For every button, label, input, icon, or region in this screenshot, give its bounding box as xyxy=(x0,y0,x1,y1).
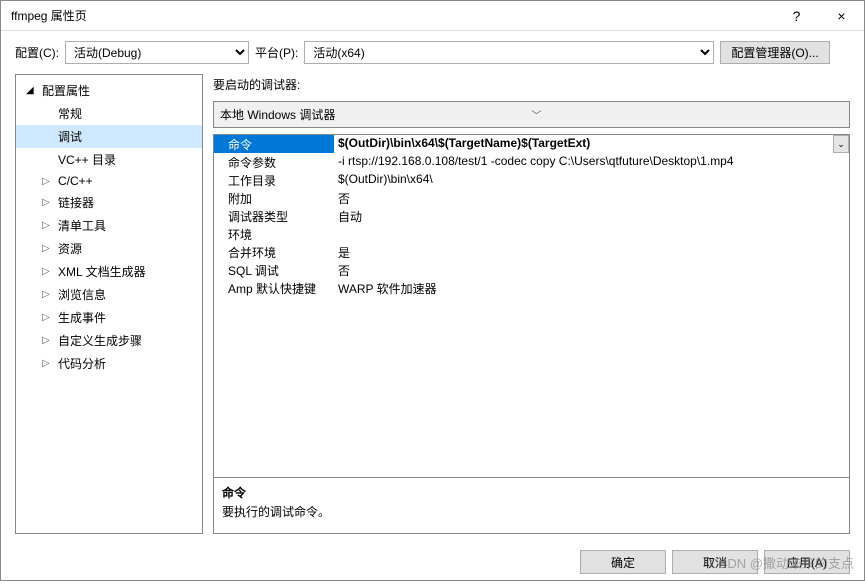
caret-right-icon: ▷ xyxy=(42,358,52,369)
tree-item-label: 生成事件 xyxy=(56,308,202,327)
tree-root[interactable]: ◢ 配置属性 xyxy=(16,79,202,102)
debugger-value: 本地 Windows 调试器 xyxy=(220,106,532,123)
nav-tree[interactable]: ◢ 配置属性 常规调试 VC++ 目录 ▷ C/C++ ▷ 链接器 ▷ 清单工具 ▷ 资源 ▷ XML… xyxy=(15,74,203,534)
ok-button[interactable]: 确定 xyxy=(580,550,666,574)
tree-item[interactable]: ▷ 自定义生成步骤 xyxy=(16,329,202,352)
debugger-label: 要启动的调试器: xyxy=(213,74,850,95)
caret-right-icon: ▷ xyxy=(42,266,52,277)
property-name: 调试器类型 xyxy=(214,207,334,225)
property-row[interactable]: 命令参数-i rtsp://192.168.0.108/test/1 -code… xyxy=(214,153,849,171)
config-label: 配置(C): xyxy=(15,44,59,61)
help-button[interactable]: ? xyxy=(774,1,819,30)
close-button[interactable]: × xyxy=(819,1,864,30)
dropdown-icon[interactable]: ⌄ xyxy=(833,135,849,153)
tree-item-label: VC++ 目录 xyxy=(56,150,202,169)
tree-item[interactable]: ▷ 代码分析 xyxy=(16,352,202,375)
caret-right-icon: ▷ xyxy=(42,335,52,346)
description-title: 命令 xyxy=(222,484,841,501)
property-name: 附加 xyxy=(214,189,334,207)
property-row[interactable]: 附加否 xyxy=(214,189,849,207)
property-row[interactable]: 合并环境是 xyxy=(214,243,849,261)
tree-item-label: 常规 xyxy=(56,104,202,123)
tree-item-label: 清单工具 xyxy=(56,216,202,235)
cancel-button[interactable]: 取消 xyxy=(672,550,758,574)
property-name: 命令参数 xyxy=(214,153,334,171)
property-name: Amp 默认快捷键 xyxy=(214,279,334,297)
description-text: 要执行的调试命令。 xyxy=(222,503,841,520)
config-select[interactable]: 活动(Debug) xyxy=(65,41,249,64)
tree-item-label: 浏览信息 xyxy=(56,285,202,304)
property-value[interactable]: 否 xyxy=(334,189,849,207)
property-row[interactable]: SQL 调试否 xyxy=(214,261,849,279)
caret-right-icon: ▷ xyxy=(42,312,52,323)
property-row[interactable]: 调试器类型自动 xyxy=(214,207,849,225)
property-name: 环境 xyxy=(214,225,334,243)
property-name: 命令 xyxy=(214,135,334,153)
tree-item-label: 自定义生成步骤 xyxy=(56,331,202,350)
property-value[interactable]: 自动 xyxy=(334,207,849,225)
apply-button[interactable]: 应用(A) xyxy=(764,550,850,574)
platform-label: 平台(P): xyxy=(255,44,298,61)
tree-item[interactable]: VC++ 目录 xyxy=(16,148,202,171)
caret-right-icon: ▷ xyxy=(42,176,52,187)
tree-item[interactable]: ▷ 资源 xyxy=(16,237,202,260)
chevron-down-icon: ﹀ xyxy=(532,107,844,122)
tree-item[interactable]: ▷ 生成事件 xyxy=(16,306,202,329)
tree-item-label: 链接器 xyxy=(56,193,202,212)
tree-item-label: XML 文档生成器 xyxy=(56,262,202,281)
tree-item[interactable]: 常规 xyxy=(16,102,202,125)
caret-right-icon: ▷ xyxy=(42,220,52,231)
property-value[interactable]: 否 xyxy=(334,261,849,279)
tree-item[interactable]: ▷ 链接器 xyxy=(16,191,202,214)
property-rows[interactable]: 命令$(OutDir)\bin\x64\$(TargetName)$(Targe… xyxy=(214,135,849,477)
property-value[interactable]: $(OutDir)\bin\x64\ xyxy=(334,171,849,189)
footer: 确定 取消 应用(A) CSDN @撒动未来的支点 xyxy=(1,542,864,586)
property-name: 合并环境 xyxy=(214,243,334,261)
tree-item-label: 代码分析 xyxy=(56,354,202,373)
tree-item[interactable]: ▷ C/C++ xyxy=(16,171,202,191)
titlebar: ffmpeg 属性页 ? × xyxy=(1,1,864,31)
property-value[interactable] xyxy=(334,225,849,243)
toolbar: 配置(C): 活动(Debug) 平台(P): 活动(x64) 配置管理器(O)… xyxy=(1,31,864,74)
property-row[interactable]: 工作目录$(OutDir)\bin\x64\ xyxy=(214,171,849,189)
caret-right-icon: ▷ xyxy=(42,289,52,300)
caret-right-icon: ▷ xyxy=(42,243,52,254)
tree-item-label: 资源 xyxy=(56,239,202,258)
property-row[interactable]: 命令$(OutDir)\bin\x64\$(TargetName)$(Targe… xyxy=(214,135,849,153)
property-name: SQL 调试 xyxy=(214,261,334,279)
property-grid: 命令$(OutDir)\bin\x64\$(TargetName)$(Targe… xyxy=(213,134,850,534)
property-row[interactable]: 环境 xyxy=(214,225,849,243)
config-manager-button[interactable]: 配置管理器(O)... xyxy=(720,41,829,64)
tree-item[interactable]: ▷ XML 文档生成器 xyxy=(16,260,202,283)
tree-item[interactable]: ▷ 浏览信息 xyxy=(16,283,202,306)
property-value[interactable]: WARP 软件加速器 xyxy=(334,279,849,297)
tree-item-label: C/C++ xyxy=(56,173,202,189)
tree-item[interactable]: ▷ 清单工具 xyxy=(16,214,202,237)
debugger-select[interactable]: 本地 Windows 调试器 ﹀ xyxy=(213,101,850,128)
window-title: ffmpeg 属性页 xyxy=(11,7,774,24)
tree-item-label: 调试 xyxy=(56,127,202,146)
property-value[interactable]: 是 xyxy=(334,243,849,261)
platform-select[interactable]: 活动(x64) xyxy=(304,41,714,64)
property-value[interactable]: -i rtsp://192.168.0.108/test/1 -codec co… xyxy=(334,153,849,171)
property-row[interactable]: Amp 默认快捷键WARP 软件加速器 xyxy=(214,279,849,297)
caret-right-icon: ▷ xyxy=(42,197,52,208)
caret-down-icon: ◢ xyxy=(26,85,36,96)
property-value[interactable]: $(OutDir)\bin\x64\$(TargetName)$(TargetE… xyxy=(334,135,833,153)
tree-item[interactable]: 调试 xyxy=(16,125,202,148)
description-panel: 命令 要执行的调试命令。 xyxy=(214,477,849,533)
property-name: 工作目录 xyxy=(214,171,334,189)
